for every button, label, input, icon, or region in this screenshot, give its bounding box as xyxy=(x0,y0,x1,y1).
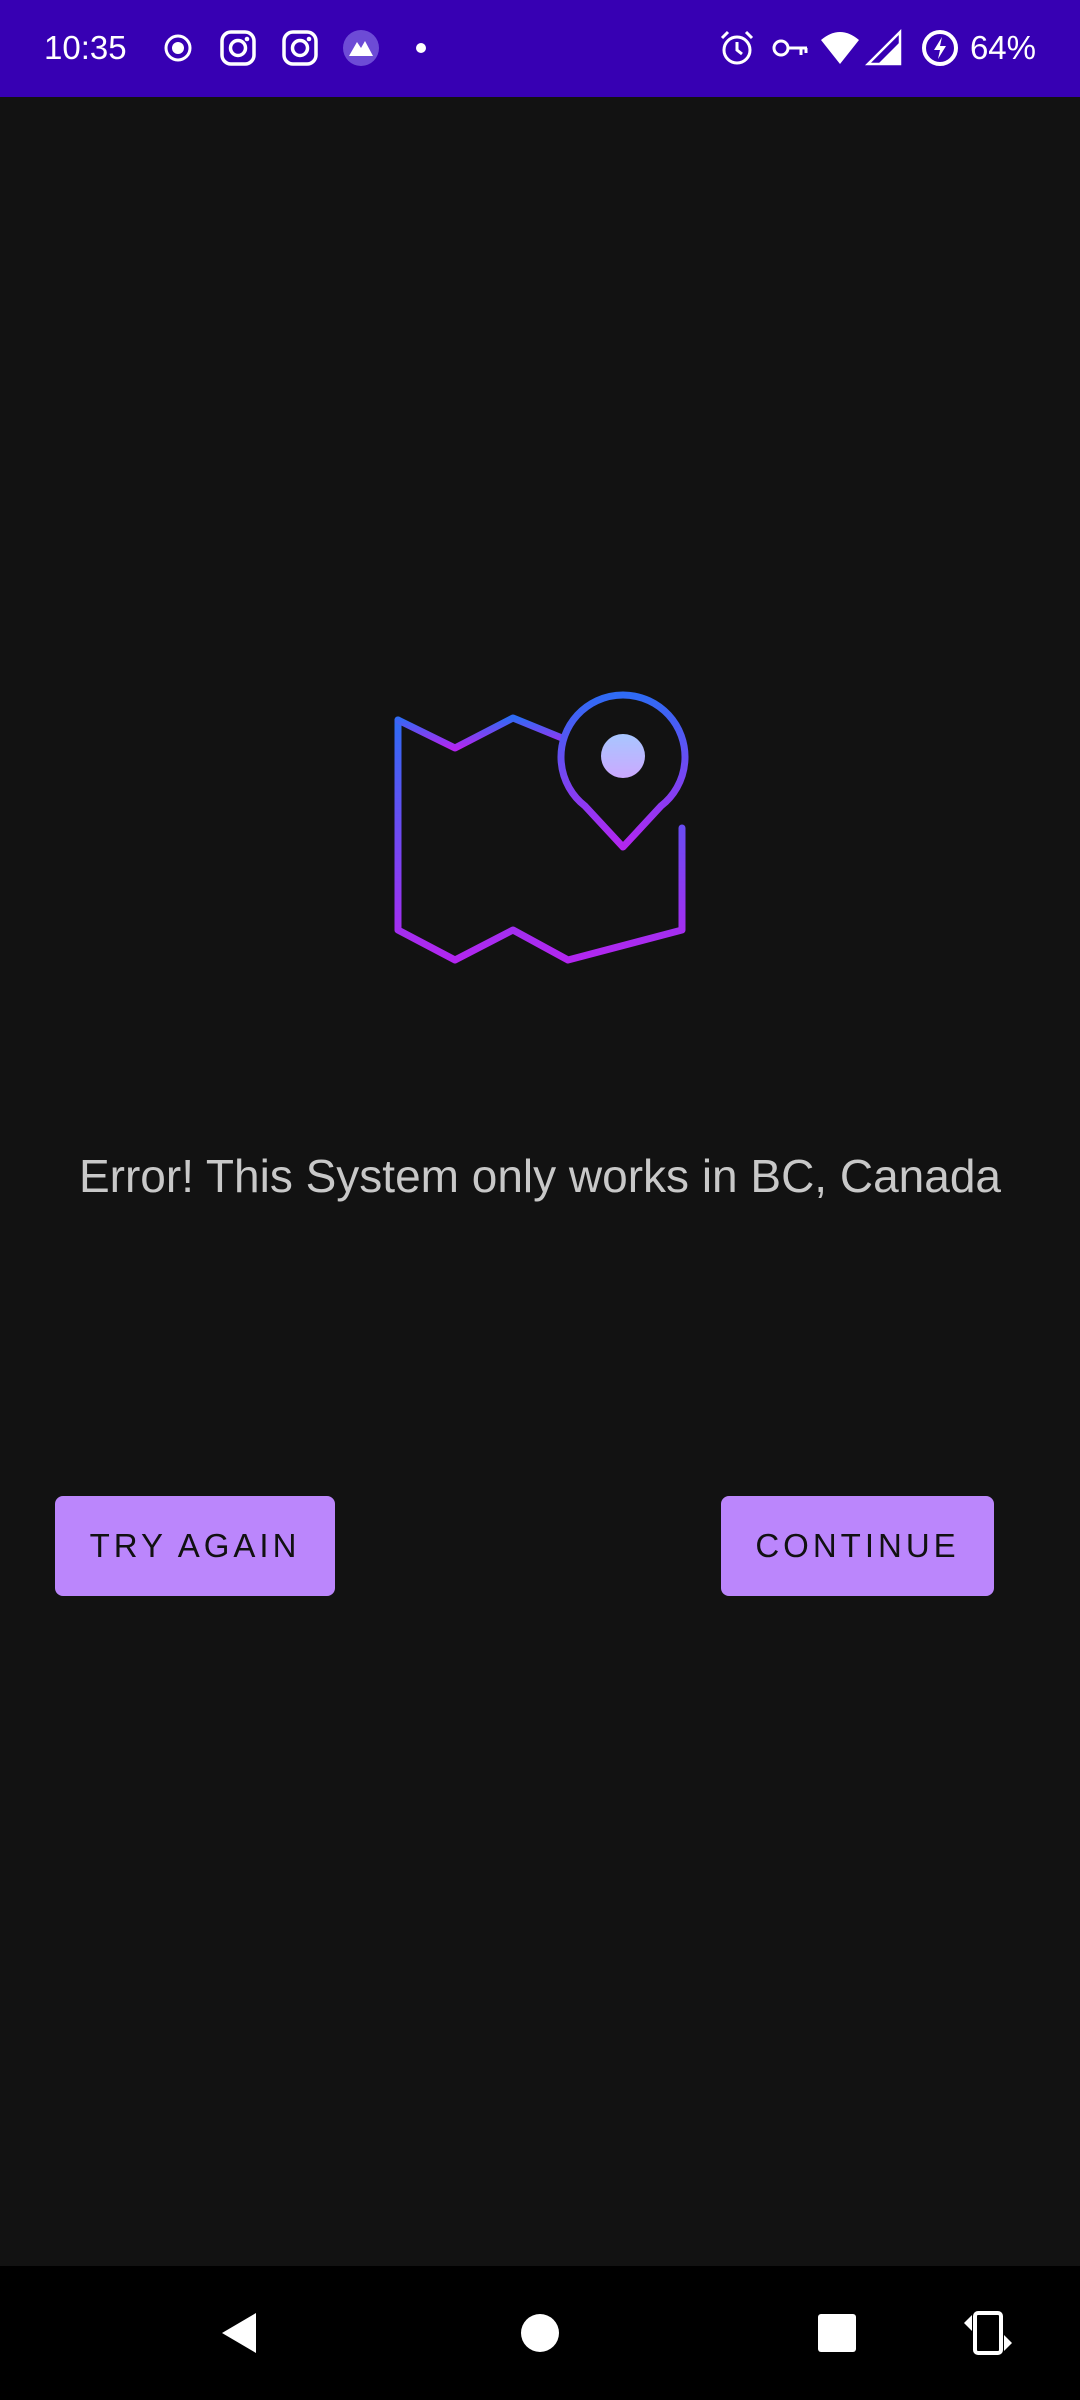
battery-percentage: 64% xyxy=(969,29,1036,66)
vpn-key-icon xyxy=(770,28,810,68)
dot-icon xyxy=(401,28,441,68)
signal-icon xyxy=(864,28,904,68)
status-bar: 10:35 64% xyxy=(0,0,1080,97)
continue-button[interactable]: CONTINUE xyxy=(721,1496,994,1596)
record-icon xyxy=(158,28,198,68)
home-icon[interactable] xyxy=(510,2303,570,2363)
instagram-icon xyxy=(280,28,320,68)
navigation-bar xyxy=(0,2266,1080,2400)
wifi-icon xyxy=(820,28,860,68)
back-icon[interactable] xyxy=(210,2303,270,2363)
battery-saver-icon xyxy=(920,28,960,68)
try-again-button[interactable]: TRY AGAIN xyxy=(55,1496,335,1596)
screen: 10:35 64% Error! This System only works … xyxy=(0,0,1080,2400)
error-message: Error! This System only works in BC, Can… xyxy=(78,1150,1002,1202)
vpn-app-icon xyxy=(341,28,381,68)
alarm-icon xyxy=(717,28,757,68)
rotate-icon[interactable] xyxy=(958,2303,1018,2363)
recents-icon[interactable] xyxy=(807,2303,867,2363)
instagram-icon xyxy=(218,28,258,68)
map-location-icon xyxy=(380,680,700,980)
status-time: 10:35 xyxy=(44,29,127,66)
